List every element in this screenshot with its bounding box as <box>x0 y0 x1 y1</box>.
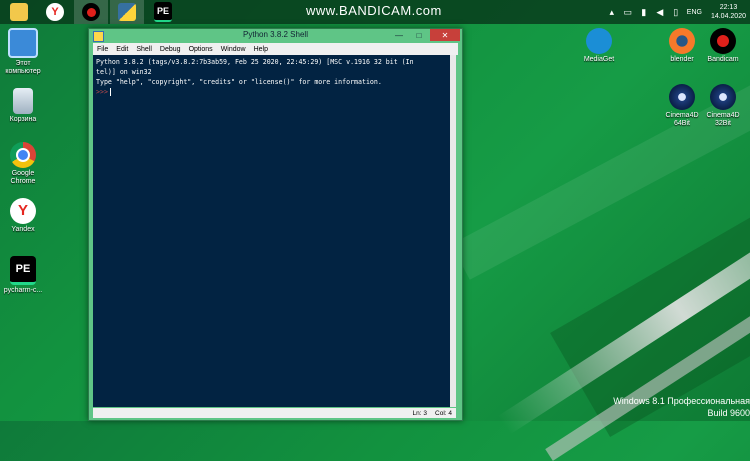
menu-window[interactable]: Window <box>217 46 250 53</box>
minimize-button[interactable]: ― <box>390 29 408 41</box>
background-stripe <box>545 253 750 461</box>
desktop-icon-cinema4d-64[interactable]: Cinema4D 64Bit <box>659 84 705 128</box>
python-shell-window: Python 3.8.2 Shell ― □ ✕ File Edit Shell… <box>88 28 463 421</box>
chrome-icon <box>10 142 36 168</box>
mediaget-icon <box>586 28 612 54</box>
folder-icon <box>10 3 28 21</box>
menu-options[interactable]: Options <box>185 46 217 53</box>
taskbar-yandex-button[interactable]: Y <box>38 0 72 24</box>
menu-help[interactable]: Help <box>250 46 272 53</box>
desktop-icon-cinema4d-32[interactable]: Cinema4D 32Bit <box>700 84 746 128</box>
desktop-icon-blender[interactable]: blender <box>659 28 705 64</box>
windows-edition: Windows 8.1 Профессиональная <box>613 396 750 406</box>
menu-file[interactable]: File <box>93 46 112 53</box>
desktop-icon-yandex[interactable]: Y Yandex <box>0 198 46 234</box>
windows-build: Build 9600 <box>707 408 750 418</box>
yandex-icon: Y <box>46 3 64 21</box>
status-bar: Ln: 3 Col: 4 <box>93 408 456 418</box>
taskbar: Y PE www.BANDICAM.com ▴ ▭ ▮ ◀ ▯ ENG 22:1… <box>0 0 750 24</box>
shell-output-line: Type "help", "copyright", "credits" or "… <box>96 78 382 86</box>
language-indicator[interactable]: ENG <box>687 7 702 17</box>
yandex-icon: Y <box>10 198 36 224</box>
text-cursor <box>109 88 111 96</box>
taskbar-pycharm-button[interactable]: PE <box>146 0 180 24</box>
system-tray: ▴ ▭ ▮ ◀ ▯ ENG 22:13 14.04.2020 <box>604 0 746 24</box>
menu-edit[interactable]: Edit <box>112 46 132 53</box>
shell-prompt-line: >>> <box>96 87 453 97</box>
record-icon <box>82 3 100 21</box>
taskbar-explorer-button[interactable] <box>2 0 36 24</box>
desktop-icon-pycharm[interactable]: PE pycharm-c... <box>0 256 46 295</box>
line-indicator: Ln: 3 <box>412 409 428 417</box>
column-indicator: Col: 4 <box>435 409 452 417</box>
maximize-button[interactable]: □ <box>410 29 428 41</box>
clock-time: 22:13 <box>719 4 738 11</box>
desktop-icon-mediaget[interactable]: MediaGet <box>576 28 622 64</box>
windows-activation-text: Windows 8.1 Профессиональная Build 9600 <box>613 395 750 419</box>
desktop-icon-chrome[interactable]: Google Chrome <box>0 142 46 186</box>
bandicam-watermark: www.BANDICAM.com <box>306 3 442 18</box>
menu-bar: File Edit Shell Debug Options Window Hel… <box>93 43 458 55</box>
volume-icon[interactable]: ◀ <box>655 7 665 17</box>
pycharm-icon: PE <box>10 256 36 285</box>
menu-shell[interactable]: Shell <box>132 46 156 53</box>
shell-prompt: >>> <box>96 88 108 96</box>
computer-icon <box>8 28 38 58</box>
action-center-icon[interactable]: ▯ <box>671 7 681 17</box>
device-icon[interactable]: ▭ <box>623 7 633 17</box>
blender-icon <box>669 28 695 54</box>
desktop-icon-this-pc[interactable]: Этот компьютер <box>0 28 46 76</box>
shell-output-line: tel)] on win32 <box>96 68 152 76</box>
bandicam-icon <box>710 28 736 54</box>
window-titlebar[interactable]: Python 3.8.2 Shell ― □ ✕ <box>89 29 462 43</box>
pycharm-icon: PE <box>154 2 172 22</box>
cinema4d-icon <box>669 84 695 110</box>
clock-date: 14.04.2020 <box>710 13 746 20</box>
shell-editor[interactable]: Python 3.8.2 (tags/v3.8.2:7b3ab59, Feb 2… <box>93 55 456 407</box>
cinema4d-icon <box>710 84 736 110</box>
taskbar-python-button[interactable] <box>110 0 144 24</box>
clock[interactable]: 22:13 14.04.2020 <box>711 3 746 21</box>
recycle-bin-icon <box>13 88 33 114</box>
close-button[interactable]: ✕ <box>430 29 460 41</box>
python-icon <box>118 3 136 21</box>
taskbar-bandicam-button[interactable] <box>74 0 108 24</box>
shell-output-line: Python 3.8.2 (tags/v3.8.2:7b3ab59, Feb 2… <box>96 58 414 66</box>
network-icon[interactable]: ▮ <box>639 7 649 17</box>
menu-debug[interactable]: Debug <box>156 46 185 53</box>
desktop-icon-bandicam[interactable]: Bandicam <box>700 28 746 64</box>
vertical-scrollbar[interactable] <box>450 55 456 407</box>
chevron-up-icon[interactable]: ▴ <box>607 7 617 17</box>
desktop-icon-recycle-bin[interactable]: Корзина <box>0 88 46 124</box>
